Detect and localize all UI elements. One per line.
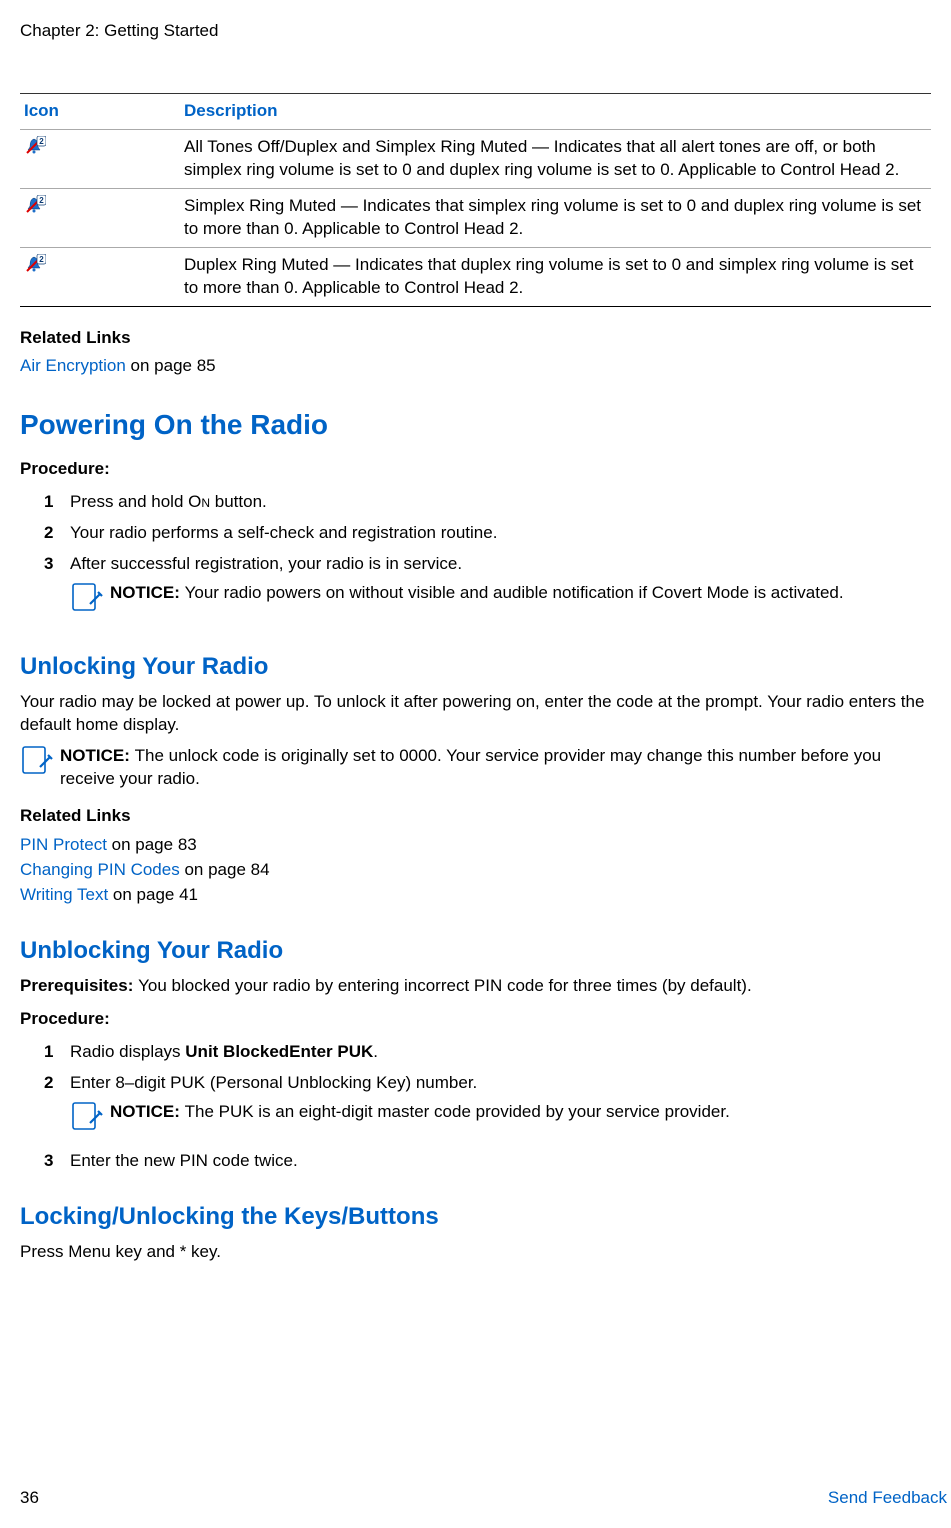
- svg-text:2: 2: [39, 137, 44, 146]
- link-text: Air Encryption: [20, 356, 126, 375]
- send-feedback-link[interactable]: Send Feedback: [828, 1487, 947, 1510]
- icon-description-table: Icon Description 2 All Tones Off/Duplex …: [20, 93, 931, 307]
- table-cell-desc: All Tones Off/Duplex and Simplex Ring Mu…: [180, 129, 931, 188]
- step-1: 1 Press and hold On button.: [20, 491, 931, 514]
- table-row: 2 Duplex Ring Muted — Indicates that dup…: [20, 247, 931, 306]
- link-air-encryption[interactable]: Air Encryption on page 85: [20, 355, 931, 378]
- link-page: on page 85: [126, 356, 216, 375]
- step-text: Radio displays Unit BlockedEnter PUK.: [70, 1041, 931, 1064]
- table-header-description: Description: [180, 93, 931, 129]
- procedure-label: Procedure:: [20, 458, 931, 481]
- heading-powering-on: Powering On the Radio: [20, 406, 931, 444]
- svg-text:2: 2: [39, 255, 44, 264]
- svg-text:2: 2: [39, 196, 44, 205]
- link-page: on page 83: [107, 835, 197, 854]
- chapter-title: Chapter 2: Getting Started: [20, 20, 951, 43]
- bell-muted-simplex-icon: 2: [24, 195, 46, 215]
- step-number: 2: [44, 1072, 70, 1142]
- step-number: 2: [44, 522, 70, 545]
- page-number: 36: [20, 1487, 39, 1510]
- step-text: Enter the new PIN code twice.: [70, 1150, 931, 1173]
- prerequisites: Prerequisites: You blocked your radio by…: [20, 975, 931, 998]
- step-number: 3: [44, 1150, 70, 1173]
- step-number: 1: [44, 491, 70, 514]
- notice-text: NOTICE: The unlock code is originally se…: [60, 745, 931, 791]
- table-cell-desc: Simplex Ring Muted — Indicates that simp…: [180, 188, 931, 247]
- table-header-icon: Icon: [20, 93, 180, 129]
- heading-locking-unlocking: Locking/Unlocking the Keys/Buttons: [20, 1201, 931, 1233]
- link-text: Changing PIN Codes: [20, 860, 180, 879]
- locking-text: Press Menu key and * key.: [20, 1241, 931, 1264]
- step-text: Enter 8–digit PUK (Personal Unblocking K…: [70, 1072, 931, 1142]
- link-page: on page 84: [180, 860, 270, 879]
- step-3: 3 Enter the new PIN code twice.: [20, 1150, 931, 1173]
- heading-unlocking: Unlocking Your Radio: [20, 651, 931, 683]
- link-text: PIN Protect: [20, 835, 107, 854]
- step-text: Press and hold On button.: [70, 491, 931, 514]
- procedure-label: Procedure:: [20, 1008, 931, 1031]
- page-footer: 36 Send Feedback: [20, 1487, 947, 1510]
- link-text: Writing Text: [20, 885, 108, 904]
- step-text: Your radio performs a self-check and reg…: [70, 522, 931, 545]
- table-row: 2 All Tones Off/Duplex and Simplex Ring …: [20, 129, 931, 188]
- related-links-heading: Related Links: [20, 327, 931, 350]
- table-cell-desc: Duplex Ring Muted — Indicates that duple…: [180, 247, 931, 306]
- link-writing-text[interactable]: Writing Text on page 41: [20, 884, 931, 907]
- step-2: 2 Your radio performs a self-check and r…: [20, 522, 931, 545]
- step-number: 3: [44, 553, 70, 623]
- notice-icon: [70, 582, 110, 619]
- link-page: on page 41: [108, 885, 198, 904]
- heading-unblocking: Unblocking Your Radio: [20, 935, 931, 967]
- notice-text: NOTICE: The PUK is an eight-digit master…: [110, 1101, 931, 1138]
- step-text: After successful registration, your radi…: [70, 553, 931, 623]
- step-2: 2 Enter 8–digit PUK (Personal Unblocking…: [20, 1072, 931, 1142]
- table-row: 2 Simplex Ring Muted — Indicates that si…: [20, 188, 931, 247]
- step-3: 3 After successful registration, your ra…: [20, 553, 931, 623]
- notice-text: NOTICE: Your radio powers on without vis…: [110, 582, 931, 619]
- notice-icon: [70, 1101, 110, 1138]
- link-changing-pin[interactable]: Changing PIN Codes on page 84: [20, 859, 931, 882]
- bell-muted-duplex-simplex-icon: 2: [24, 136, 46, 156]
- notice-icon: [20, 745, 60, 791]
- link-pin-protect[interactable]: PIN Protect on page 83: [20, 834, 931, 857]
- step-1: 1 Radio displays Unit BlockedEnter PUK.: [20, 1041, 931, 1064]
- intro-text: Your radio may be locked at power up. To…: [20, 691, 931, 737]
- step-number: 1: [44, 1041, 70, 1064]
- bell-muted-duplex-icon: 2: [24, 254, 46, 274]
- related-links-heading: Related Links: [20, 805, 931, 828]
